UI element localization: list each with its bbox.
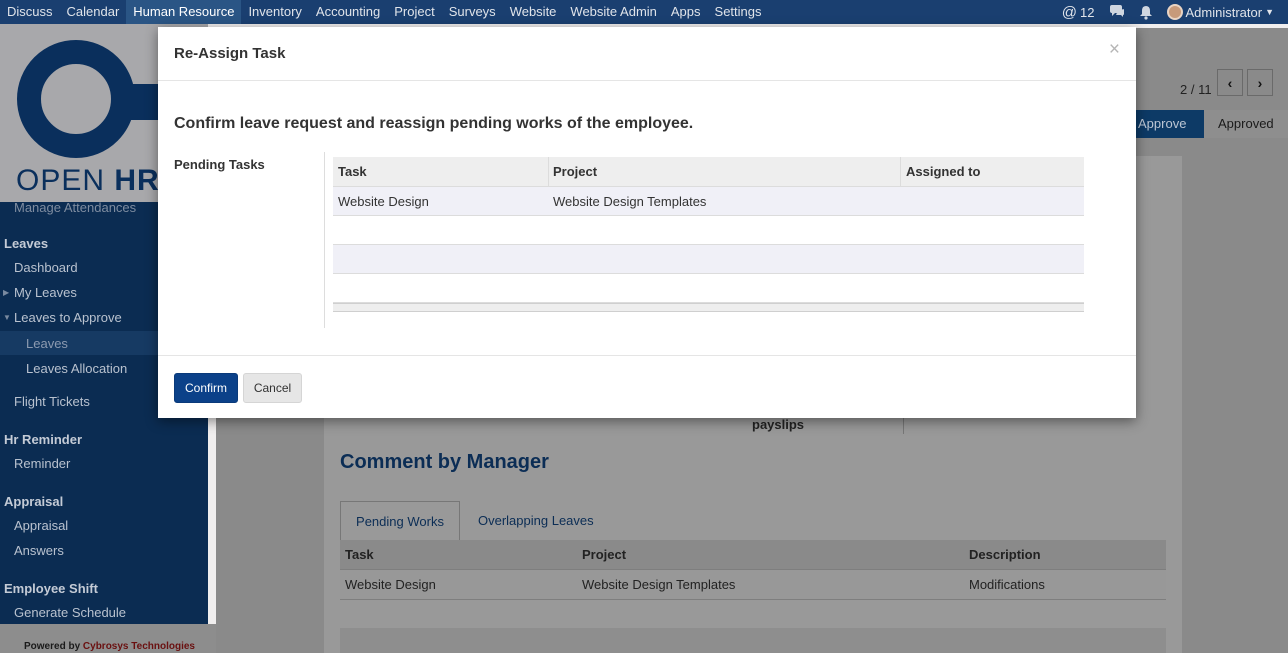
chat-button[interactable] — [1109, 5, 1125, 19]
sidebar-section-leaves: Leaves — [4, 236, 49, 251]
comment-heading: Comment by Manager — [340, 451, 549, 473]
sidebar-item-flight-tickets[interactable]: Flight Tickets — [14, 394, 90, 409]
caret-down-icon: ▼ — [1265, 7, 1274, 17]
chevron-left-icon: ‹ — [1227, 74, 1233, 91]
cell-project: Website Design Templates — [553, 193, 707, 209]
cell-project: Website Design Templates — [582, 577, 736, 592]
column-header-task[interactable]: Task — [340, 547, 578, 562]
table-header-row: Task Project Assigned to — [333, 157, 1084, 187]
sidebar-item-dashboard[interactable]: Dashboard — [14, 260, 78, 275]
column-header-project[interactable]: Project — [549, 157, 901, 186]
dialog-title: Re-Assign Task — [174, 45, 286, 62]
cell-description: Modifications — [969, 577, 1045, 592]
tab-overlapping-leaves[interactable]: Overlapping Leaves — [478, 513, 594, 528]
logo-bar — [118, 84, 158, 120]
cell-task: Website Design — [338, 193, 429, 209]
dialog-heading: Confirm leave request and reassign pendi… — [174, 115, 694, 132]
status-approved[interactable]: Approved — [1204, 110, 1288, 138]
top-navbar: Discuss Calendar Human Resource Inventor… — [0, 0, 1288, 24]
status-approve[interactable]: Approve — [1136, 110, 1204, 138]
sidebar-section-appraisal: Appraisal — [4, 494, 64, 509]
sidebar-item-leaves[interactable]: Leaves — [26, 336, 68, 351]
pending-tasks-label: Pending Tasks — [174, 157, 265, 172]
cell-assigned-to[interactable] — [901, 187, 1084, 215]
sidebar-item-appraisal[interactable]: Appraisal — [14, 518, 68, 533]
notifications-button[interactable] — [1139, 5, 1153, 20]
sidebar-item-generate-schedule[interactable]: Generate Schedule — [14, 605, 126, 620]
logo-open: OPEN — [16, 164, 106, 197]
confirm-button[interactable]: Confirm — [174, 373, 238, 403]
menu-surveys[interactable]: Surveys — [442, 0, 503, 24]
sidebar-section-hr-reminder: Hr Reminder — [4, 432, 83, 447]
table-header-row: Task Project Description — [340, 540, 1166, 570]
powered-by: Powered by Cybrosys Technologies — [24, 641, 195, 652]
pending-tasks-table: Task Project Assigned to Website Design … — [333, 157, 1084, 312]
menu-settings[interactable]: Settings — [708, 0, 769, 24]
mentions-button[interactable]: @ 12 — [1062, 4, 1095, 21]
avatar — [1166, 4, 1183, 20]
menu-apps[interactable]: Apps — [664, 0, 708, 24]
sidebar-section-employee-shift: Employee Shift — [4, 581, 98, 596]
table-row[interactable]: Website Design Website Design Templates — [333, 187, 1084, 216]
dialog-header: Re-Assign Task × — [158, 27, 1136, 81]
sidebar-item-leaves-to-approve[interactable]: Leaves to Approve — [14, 310, 122, 325]
column-header-description[interactable]: Description — [965, 547, 1166, 562]
column-header-task[interactable]: Task — [333, 157, 549, 186]
systray: @ 12 Administrator ▼ — [1062, 0, 1288, 24]
expand-arrow-icon[interactable]: ▶ — [3, 288, 9, 297]
menu-calendar[interactable]: Calendar — [60, 0, 127, 24]
empty-row — [333, 274, 1084, 303]
dialog-footer: Confirm Cancel — [158, 355, 1136, 418]
sidebar-item-answers[interactable]: Answers — [14, 543, 64, 558]
lower-section — [340, 628, 1166, 653]
empty-row — [333, 245, 1084, 274]
sidebar-item-reminder[interactable]: Reminder — [14, 456, 70, 471]
reassign-task-dialog: Re-Assign Task × Confirm leave request a… — [158, 27, 1136, 418]
table-row[interactable]: Website Design Website Design Templates … — [340, 570, 1166, 600]
menu-discuss[interactable]: Discuss — [0, 0, 60, 24]
menu-website[interactable]: Website — [503, 0, 564, 24]
menu-human-resource[interactable]: Human Resource — [126, 0, 242, 24]
cell-task: Website Design — [345, 577, 436, 592]
sidebar-item-my-leaves[interactable]: My Leaves — [14, 285, 77, 300]
column-header-project[interactable]: Project — [578, 547, 965, 562]
expand-arrow-icon[interactable]: ▼ — [3, 313, 11, 322]
menu-website-admin[interactable]: Website Admin — [563, 0, 663, 24]
powered-company[interactable]: Cybrosys Technologies — [83, 641, 195, 652]
user-name: Administrator — [1185, 4, 1263, 20]
pending-works-table: Task Project Description Website Design … — [340, 540, 1166, 600]
pager-next-button[interactable]: › — [1247, 69, 1273, 96]
field-separator — [324, 152, 325, 328]
tab-pending-works[interactable]: Pending Works — [340, 501, 460, 541]
menu-accounting[interactable]: Accounting — [309, 0, 387, 24]
pager-value: 2 / 11 — [1180, 82, 1212, 97]
user-menu[interactable]: Administrator ▼ — [1166, 4, 1274, 20]
chat-icon — [1109, 5, 1124, 17]
bell-icon — [1139, 5, 1152, 20]
table-footer — [333, 303, 1084, 312]
pager-previous-button[interactable]: ‹ — [1217, 69, 1243, 96]
column-header-assigned-to[interactable]: Assigned to — [901, 157, 1084, 186]
mentions-count: 12 — [1080, 4, 1095, 20]
close-icon[interactable]: × — [1109, 40, 1120, 59]
empty-row — [333, 216, 1084, 245]
cancel-button[interactable]: Cancel — [243, 373, 302, 403]
sidebar-item-leaves-allocation[interactable]: Leaves Allocation — [26, 361, 127, 376]
menu-inventory[interactable]: Inventory — [241, 0, 308, 24]
payslips-label: payslips — [752, 417, 805, 432]
chevron-right-icon: › — [1257, 74, 1263, 91]
at-icon: @ — [1061, 3, 1078, 21]
app-menu: Discuss Calendar Human Resource Inventor… — [0, 0, 769, 24]
menu-project[interactable]: Project — [387, 0, 441, 24]
powered-prefix: Powered by — [24, 641, 83, 652]
sidebar-item-manage-attendances[interactable]: Manage Attendances — [14, 200, 136, 215]
